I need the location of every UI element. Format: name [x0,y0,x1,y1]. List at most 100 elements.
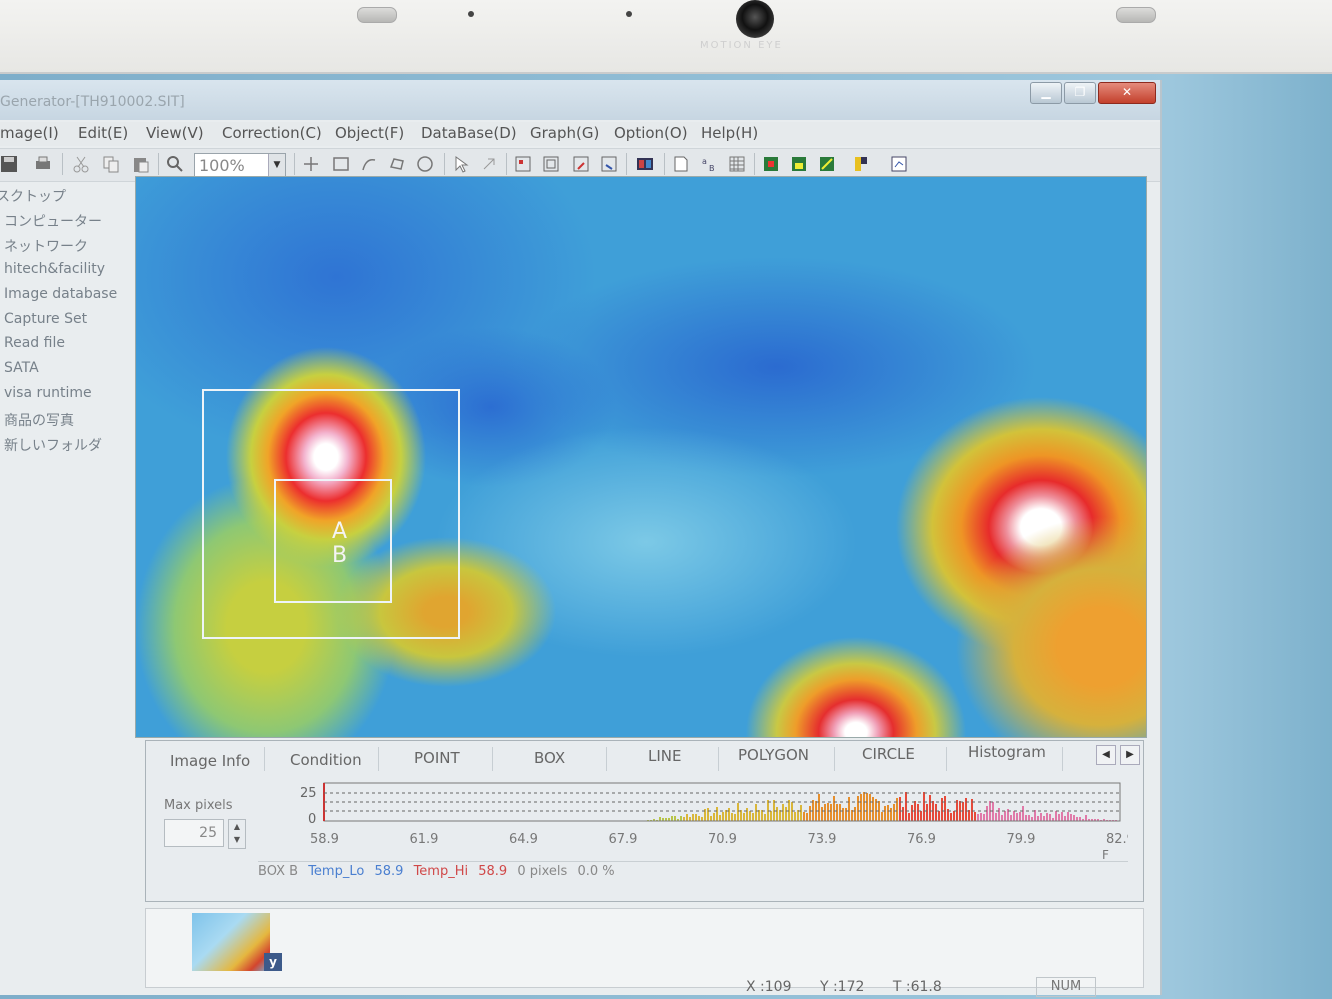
tab-image-info[interactable]: Image Info [170,752,250,770]
copy-icon[interactable] [102,155,120,173]
polygon-tool-icon[interactable] [388,155,406,173]
tab-polygon[interactable]: POLYGON [738,746,809,764]
menu-image[interactable]: mage(I) [0,124,59,142]
tab-scroll-right-button[interactable]: ▶ [1120,745,1140,765]
histogram-tick-label: 58.9 [310,832,339,847]
color-bar-icon[interactable] [852,155,870,173]
max-pixels-stepper[interactable]: ▲ ▼ [228,819,246,849]
histogram-bar [779,810,781,821]
status-temp-hi-label: Temp_Hi [413,864,469,879]
histogram-bar [821,807,823,821]
chevron-down-icon[interactable]: ▼ [268,154,285,176]
histogram-ticks: 58.9 61.9 64.9 67.9 70.9 73.9 76.9 79.9 82.9 [310,832,1128,847]
histogram-bar [710,816,712,821]
histogram-bar [1067,812,1069,821]
histogram-tick-label: 67.9 [609,832,638,847]
image-export-icon[interactable] [572,155,590,173]
menu-edit[interactable]: Edit(E) [78,124,128,142]
histogram-bar [872,797,874,821]
thermal-view-2-icon[interactable] [790,155,808,173]
sidebar-item-sata[interactable]: SATA [4,360,39,376]
box-tool-icon[interactable] [332,155,350,173]
menu-database[interactable]: DataBase(D) [421,124,517,142]
image-import-icon[interactable] [600,155,618,173]
histogram-bar [896,798,898,821]
save-icon[interactable] [0,155,18,173]
cut-icon[interactable] [72,155,90,173]
crosshair-icon[interactable] [302,155,320,173]
circle-tool-icon[interactable] [416,155,434,173]
sidebar-item-product-photos[interactable]: 商品の写真 [4,410,74,430]
histogram-bar [659,817,661,821]
tab-condition[interactable]: Condition [290,751,362,769]
histogram-bar [698,816,700,821]
sidebar-item-image-database[interactable]: Image database [4,286,117,302]
menu-correction[interactable]: Correction(C) [222,124,322,142]
tab-box[interactable]: BOX [534,749,565,767]
histogram-bar [830,804,832,821]
histogram-bar [728,808,730,821]
histogram-tick-label: 76.9 [907,832,936,847]
sidebar-item-desktop[interactable]: スクトップ [0,186,66,206]
histogram-bar [1061,812,1063,821]
tab-histogram[interactable]: Histogram [968,743,1046,761]
zoom-icon[interactable] [166,155,184,173]
table-icon[interactable] [728,155,746,173]
zoom-select[interactable]: 100% ▼ [194,153,286,177]
pointer-icon[interactable] [452,155,470,173]
histogram-bar [719,815,721,821]
histogram-tick-label: 82.9 [1106,832,1128,847]
sidebar-item-read-file[interactable]: Read file [4,335,65,351]
folder-sidebar: スクトップ コンピューター ネットワーク hitech&facility Ima… [0,182,130,742]
menu-help[interactable]: Help(H) [701,124,758,142]
menu-view[interactable]: View(V) [146,124,204,142]
sidebar-item-hitech[interactable]: hitech&facility [4,261,105,277]
delete-object-icon[interactable] [480,155,498,173]
maximize-button[interactable]: ❐ [1064,82,1096,104]
line-tool-icon[interactable] [360,155,378,173]
histogram-bar [995,813,997,821]
thermal-view-3-icon[interactable] [818,155,836,173]
menu-object[interactable]: Object(F) [335,124,404,142]
paste-icon[interactable] [132,155,150,173]
image-info-icon[interactable] [514,155,532,173]
sidebar-item-visa-runtime[interactable]: visa runtime [4,385,92,401]
thermal-image-canvas[interactable]: A B [135,176,1147,738]
thermal-thumbnail[interactable] [192,913,270,971]
print-icon[interactable] [34,155,52,173]
max-pixels-input[interactable]: 25 [164,819,224,847]
histogram-bar [887,805,889,821]
report-icon[interactable] [890,155,908,173]
palette-icon[interactable] [636,155,654,173]
histogram-bar [827,803,829,821]
histogram-y-min: 0 [308,812,316,827]
sidebar-item-capture-set[interactable]: Capture Set [4,311,87,327]
sidebar-item-new-folder[interactable]: 新しいフォルダ [4,435,102,455]
tab-point[interactable]: POINT [414,749,460,767]
tab-circle[interactable]: CIRCLE [862,745,915,763]
scale-icon[interactable]: aB [700,155,718,173]
tab-scroll-left-button[interactable]: ◀ [1096,745,1116,765]
menu-option[interactable]: Option(O) [614,124,688,142]
tab-line[interactable]: LINE [648,747,681,765]
laptop-bezel: MOTION EYE [0,0,1332,74]
histogram-bar [845,808,847,821]
title-bar: Generator-[TH910002.SIT] ▁ ❐ ✕ [0,80,1160,120]
document-icon[interactable] [672,155,690,173]
zoom-value: 100% [199,156,245,175]
close-button[interactable]: ✕ [1098,82,1156,104]
histogram-bar [920,811,922,821]
sidebar-item-network[interactable]: ネットワーク [4,236,88,256]
histogram-tick-label: 64.9 [509,832,538,847]
histogram-bar [974,812,976,821]
frame-icon[interactable] [542,155,560,173]
thermal-view-icon[interactable] [762,155,780,173]
histogram-bar [1064,816,1066,821]
menu-graph[interactable]: Graph(G) [530,124,599,142]
histogram-bar [848,797,850,821]
histogram-bar [1079,817,1081,821]
minimize-button[interactable]: ▁ [1030,82,1062,104]
sidebar-item-computer[interactable]: コンピューター [4,211,102,231]
histogram-bar [977,814,979,821]
histogram-bar [716,807,718,821]
